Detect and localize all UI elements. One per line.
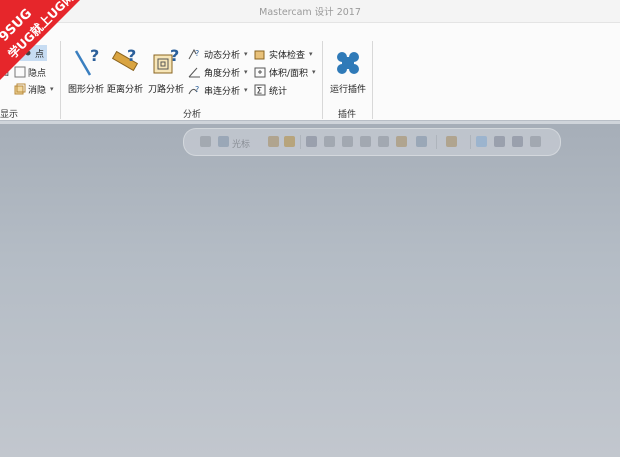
ribbon: 图 点 隐点 消隐 ▾ 显示 ? 图形分析 ? 距离分析 ? 刀路分析 ? 动态… (0, 22, 620, 121)
divider (470, 135, 471, 149)
body-select-icon[interactable] (378, 136, 389, 147)
dynamic-analysis-icon: ? (188, 48, 199, 60)
title-bar: Mastercam 设计 2017 (0, 0, 620, 22)
watermark-badge: 9SUG 学UG就上UG网 (0, 0, 80, 80)
toolpath-analysis-icon: ? (150, 46, 182, 79)
graphics-viewport[interactable] (0, 124, 620, 457)
chain-analysis-icon: ? (188, 85, 199, 95)
rotate-cube-icon[interactable] (512, 136, 523, 147)
hide-icon (14, 83, 26, 95)
grid-select-icon[interactable] (446, 136, 457, 147)
chevron-down-icon: ▾ (244, 50, 248, 58)
cursor-mode-label[interactable]: 光标 (232, 137, 250, 150)
statistics-button[interactable]: Σ 统计 (254, 82, 287, 98)
divider (372, 41, 373, 119)
face-select-icon[interactable] (342, 136, 353, 147)
chain-analysis-button[interactable]: ? 串连分析 ▾ (188, 82, 248, 98)
highlight-select-icon[interactable] (476, 136, 487, 147)
pointer-icon[interactable] (306, 136, 317, 147)
clear-select-icon[interactable] (530, 136, 541, 147)
gear-icon[interactable] (284, 136, 295, 147)
divider (436, 135, 437, 149)
snap-icon[interactable] (268, 136, 279, 147)
chevron-down-icon: ▾ (244, 68, 248, 76)
window-title: Mastercam 设计 2017 (259, 7, 361, 18)
svg-text:?: ? (127, 47, 136, 65)
angle-analysis-button[interactable]: 角度分析 ▾ (188, 64, 248, 80)
cube-icon[interactable] (396, 136, 407, 147)
svg-text:?: ? (195, 49, 199, 58)
addins-group-label: 插件 (338, 110, 357, 120)
window-select-icon[interactable] (416, 136, 427, 147)
distance-analysis-button[interactable]: ? 距离分析 (107, 46, 143, 95)
pointer-cube-icon[interactable] (494, 136, 505, 147)
run-addin-button[interactable]: 运行插件 (330, 47, 366, 95)
chevron-down-icon: ▾ (50, 85, 54, 93)
svg-text:?: ? (195, 85, 199, 94)
edge-select-icon[interactable] (360, 136, 371, 147)
svg-text:?: ? (90, 47, 99, 65)
display-group-label: 显示 (0, 110, 19, 120)
chevron-down-icon: ▾ (312, 68, 316, 76)
select-icon[interactable] (218, 136, 229, 147)
divider (300, 135, 301, 149)
volume-area-icon (254, 67, 266, 78)
analysis-group-label: 分析 (183, 110, 202, 120)
run-addin-icon (332, 47, 364, 79)
volume-area-button[interactable]: 体积/面积 ▾ (254, 64, 316, 80)
solid-check-icon (254, 50, 265, 60)
divider (322, 41, 323, 119)
quick-selection-bar: 光标 (183, 128, 561, 156)
solid-check-button[interactable]: 实体检查 ▾ (254, 46, 313, 62)
toolpath-analysis-button[interactable]: ? 刀路分析 (148, 46, 184, 95)
hide-button[interactable]: 消隐 ▾ (14, 81, 54, 97)
svg-text:Σ: Σ (257, 87, 263, 97)
chevron-down-icon: ▾ (309, 50, 313, 58)
solid-select-icon[interactable] (324, 136, 335, 147)
svg-text:?: ? (170, 47, 179, 65)
sigma-icon: Σ (254, 84, 266, 97)
dynamic-analysis-button[interactable]: ? 动态分析 ▾ (188, 46, 248, 62)
lock-icon[interactable] (200, 136, 211, 147)
angle-analysis-icon (188, 67, 200, 78)
chevron-down-icon: ▾ (244, 86, 248, 94)
distance-analysis-icon: ? (109, 46, 141, 79)
